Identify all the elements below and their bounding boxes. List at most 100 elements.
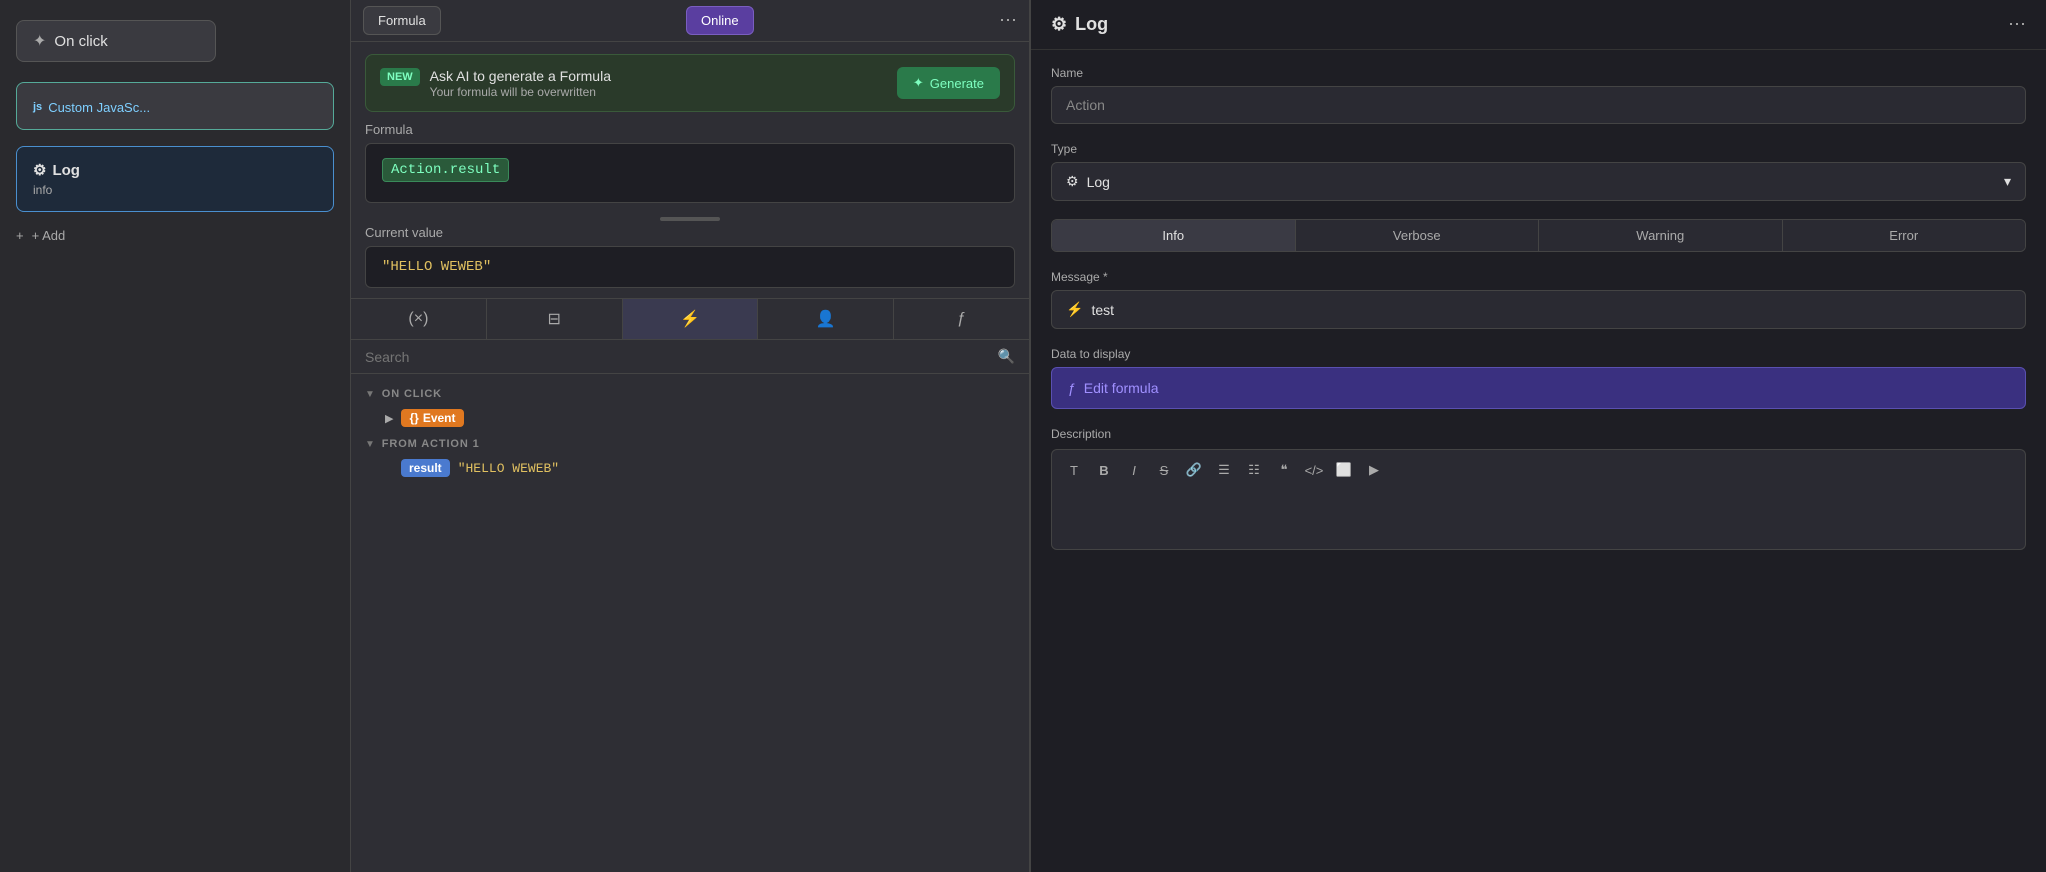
desc-tool-video[interactable]: ▶ (1360, 456, 1388, 484)
right-panel-title: ⚙ Log (1051, 14, 1108, 35)
search-icon: 🔍 (998, 348, 1015, 365)
level-tab-error[interactable]: Error (1783, 220, 2026, 251)
on-click-group-header[interactable]: ▼ ON CLICK (365, 382, 1015, 404)
type-select-inner: ⚙ Log (1066, 173, 1110, 190)
ai-title: Ask AI to generate a Formula (430, 68, 611, 84)
custom-js-label: Custom JavaSc... (48, 100, 150, 115)
on-click-chevron-icon: ▼ (365, 389, 376, 400)
formula-section: Formula Action.result (351, 122, 1029, 213)
data-label: Data to display (1051, 347, 2026, 361)
from-action-chevron-icon: ▼ (365, 439, 376, 450)
description-area[interactable] (1051, 490, 2026, 550)
add-label: + Add (32, 228, 66, 243)
curly-icon: {} (409, 411, 418, 425)
center-panel: Formula Online ⋯ NEW Ask AI to generate … (350, 0, 1030, 872)
tree-section: ▼ ON CLICK ▶ {} Event ▼ FROM ACTION 1 re… (351, 374, 1029, 872)
desc-tool-italic[interactable]: I (1120, 456, 1148, 484)
search-input[interactable] (365, 349, 990, 365)
generate-label: Generate (930, 76, 984, 91)
custom-js-card[interactable]: js Custom JavaSc... (16, 82, 334, 130)
event-tree-item[interactable]: ▶ {} Event (365, 404, 1015, 432)
log-level-tabs: Info Verbose Warning Error (1051, 219, 2026, 252)
divider-handle[interactable] (351, 213, 1029, 225)
on-click-group-label: ON CLICK (382, 388, 442, 400)
log-card[interactable]: ⚙ Log info (16, 146, 334, 212)
desc-tool-image[interactable]: ⬜ (1330, 456, 1358, 484)
formula-func-icon: ƒ (1068, 380, 1076, 396)
type-label: Type (1051, 142, 2026, 156)
generate-button[interactable]: ✦ Generate (897, 67, 1000, 99)
desc-tool-text[interactable]: T (1060, 456, 1088, 484)
message-field-group: Message * ⚡ test (1051, 270, 2026, 329)
level-tab-warning[interactable]: Warning (1539, 220, 1783, 251)
more-options-button[interactable]: ⋯ (999, 10, 1017, 31)
result-tree-item[interactable]: result "HELLO WEWEB" (365, 454, 1015, 482)
name-label: Name (1051, 66, 2026, 80)
desc-tool-strike[interactable]: S (1150, 456, 1178, 484)
desc-tool-code[interactable]: </> (1300, 456, 1328, 484)
on-click-button[interactable]: ✦ On click (16, 20, 216, 62)
type-chevron-icon: ▾ (2004, 173, 2011, 190)
formula-label: Formula (365, 122, 1015, 137)
new-badge: NEW (380, 68, 420, 86)
data-icon: ⊟ (547, 309, 560, 329)
on-click-label: On click (54, 33, 107, 50)
spark-icon: ✦ (33, 31, 46, 51)
icon-row: (×) ⊟ ⚡ 👤 ƒ (351, 298, 1029, 340)
ai-banner: NEW Ask AI to generate a Formula Your fo… (365, 54, 1015, 112)
desc-tool-bold[interactable]: B (1090, 456, 1118, 484)
desc-tool-numbered[interactable]: ☷ (1240, 456, 1268, 484)
log-gear-icon: ⚙ (33, 161, 46, 179)
js-badge: js Custom JavaSc... (33, 100, 150, 115)
level-tab-verbose[interactable]: Verbose (1296, 220, 1540, 251)
log-subtitle: info (33, 183, 317, 197)
result-badge: result (401, 459, 450, 477)
ai-banner-left: NEW Ask AI to generate a Formula Your fo… (380, 68, 611, 99)
generate-spark-icon: ✦ (913, 75, 924, 91)
data-display-field-group: Data to display ƒ Edit formula (1051, 347, 2026, 409)
from-action-group-header[interactable]: ▼ FROM ACTION 1 (365, 432, 1015, 454)
icon-tab-users[interactable]: 👤 (758, 299, 894, 339)
edit-formula-button[interactable]: ƒ Edit formula (1051, 367, 2026, 409)
formula-icon: ƒ (957, 310, 966, 328)
add-icon: + (16, 228, 24, 243)
type-select[interactable]: ⚙ Log ▾ (1051, 162, 2026, 201)
tab-online[interactable]: Online (686, 6, 754, 35)
message-input[interactable]: ⚡ test (1051, 290, 2026, 329)
desc-tool-bullet[interactable]: ☰ (1210, 456, 1238, 484)
icon-tab-data[interactable]: ⊟ (487, 299, 623, 339)
icon-tab-actions[interactable]: ⚡ (623, 299, 759, 339)
users-icon: 👤 (816, 309, 836, 329)
name-input[interactable]: Action (1051, 86, 2026, 124)
event-badge: {} Event (401, 409, 463, 427)
event-expand-icon: ▶ (385, 412, 393, 425)
current-value-label: Current value (365, 225, 1015, 240)
add-row[interactable]: + + Add (16, 228, 334, 243)
description-label: Description (1051, 427, 2026, 441)
log-title: ⚙ Log (33, 161, 317, 179)
right-panel-more-button[interactable]: ⋯ (2008, 14, 2026, 35)
right-panel-header: ⚙ Log ⋯ (1031, 0, 2046, 50)
level-tab-info[interactable]: Info (1052, 220, 1296, 251)
description-field-group: Description T B I S 🔗 ☰ ☷ ❝ </> ⬜ ▶ (1051, 427, 2026, 550)
ai-text: Ask AI to generate a Formula Your formul… (430, 68, 611, 99)
top-bar: Formula Online ⋯ (351, 0, 1029, 42)
current-value-box: "HELLO WEWEB" (365, 246, 1015, 288)
log-level-field-group: Info Verbose Warning Error (1051, 219, 2026, 252)
icon-tab-variables[interactable]: (×) (351, 299, 487, 339)
from-action-group-label: FROM ACTION 1 (382, 438, 480, 450)
description-toolbar: T B I S 🔗 ☰ ☷ ❝ </> ⬜ ▶ (1051, 449, 2026, 490)
desc-tool-link[interactable]: 🔗 (1180, 456, 1208, 484)
left-panel: ✦ On click js Custom JavaSc... ⚙ Log inf… (0, 0, 350, 872)
variables-icon: (×) (408, 310, 428, 328)
ai-subtitle: Your formula will be overwritten (430, 85, 611, 99)
type-field-group: Type ⚙ Log ▾ (1051, 142, 2026, 201)
desc-tool-quote[interactable]: ❝ (1270, 456, 1298, 484)
result-value: "HELLO WEWEB" (458, 461, 559, 476)
icon-tab-formula[interactable]: ƒ (894, 299, 1029, 339)
wand-icon: ⚡ (1066, 301, 1083, 318)
right-panel: ⚙ Log ⋯ Name Action Type ⚙ Log ▾ Info Ve… (1030, 0, 2046, 872)
formula-box[interactable]: Action.result (365, 143, 1015, 203)
right-panel-body: Name Action Type ⚙ Log ▾ Info Verbose Wa… (1031, 50, 2046, 872)
tab-formula[interactable]: Formula (363, 6, 441, 35)
